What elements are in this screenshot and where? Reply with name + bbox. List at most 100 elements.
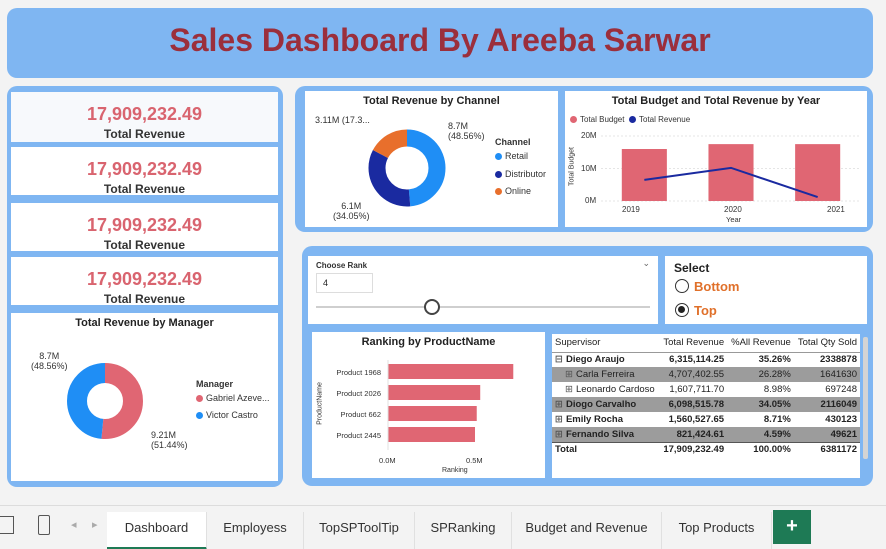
radio-label-top[interactable]: Top xyxy=(694,303,717,318)
slicer-label: Choose Rank xyxy=(316,261,368,270)
column-header[interactable]: %All Revenue xyxy=(727,334,794,353)
revenue-cell: 6,098,515.78 xyxy=(659,397,728,412)
ranking-chart-card[interactable]: Ranking by ProductName Product 1968 Prod… xyxy=(312,332,545,478)
tab-topsptooltip[interactable]: TopSPToolTip xyxy=(304,512,415,549)
column-header[interactable]: Total Revenue xyxy=(659,334,728,353)
supervisor-matrix[interactable]: Supervisor Total Revenue %All Revenue To… xyxy=(552,334,868,478)
supervisor-name: Diogo Carvalho xyxy=(565,399,637,410)
table-row[interactable]: ⊞ Diogo Carvalho 6,098,515.78 34.05% 2116049 xyxy=(552,397,860,412)
column-header[interactable]: Total Qty Sold xyxy=(793,334,860,353)
table-row[interactable]: ⊟ Diego Araujo 6,315,114.25 35.26% 2338878 xyxy=(552,352,860,367)
tab-top-products[interactable]: Top Products xyxy=(662,512,772,549)
expand-icon[interactable]: ⊞ xyxy=(555,414,563,425)
channel-chart-card[interactable]: Total Revenue by Channel 3.11M (17.3... … xyxy=(305,91,558,227)
tab-employess[interactable]: Employess xyxy=(207,512,304,549)
percent-cell: 8.98% xyxy=(763,384,791,395)
x-tick-label: 2021 xyxy=(827,205,845,214)
ranking-bar[interactable] xyxy=(388,364,514,379)
matrix-header-row: Supervisor Total Revenue %All Revenue To… xyxy=(552,334,860,353)
radio-bottom[interactable] xyxy=(675,279,689,293)
kpi-card[interactable]: 17,909,232.49 Total Revenue xyxy=(11,257,278,306)
slider-track[interactable] xyxy=(316,306,650,308)
legend-item[interactable]: Distributor xyxy=(495,169,546,179)
kpi-value: 17,909,232.49 xyxy=(86,104,203,124)
dashboard-title: Sales Dashboard By Areeba Sarwar xyxy=(169,22,711,58)
legend-item[interactable]: Gabriel Azeve... xyxy=(196,393,270,403)
scroll-left-icon[interactable]: ◂ xyxy=(71,518,77,531)
percent-cell: 34.05% xyxy=(727,397,794,412)
legend-item[interactable]: Online xyxy=(495,186,531,196)
title-banner: Sales Dashboard By Areeba Sarwar xyxy=(7,8,873,78)
chevron-down-icon[interactable]: ⌄ xyxy=(642,258,650,269)
table-row[interactable]: ⊞ Fernando Silva 821,424.61 4.59% 49621 xyxy=(552,427,860,442)
supervisor-name: Emily Rocha xyxy=(565,414,623,425)
slider-handle[interactable] xyxy=(424,299,440,315)
collapse-icon[interactable]: ⊟ xyxy=(555,354,563,365)
supervisor-name: Fernando Silva xyxy=(565,428,635,440)
kpi-value: 17,909,232.49 xyxy=(86,269,203,289)
kpi-card[interactable]: 17,909,232.49 Total Revenue xyxy=(11,92,278,142)
qty-cell: 6381172 xyxy=(793,441,860,457)
scroll-right-icon[interactable]: ▸ xyxy=(92,518,98,531)
legend-dot xyxy=(196,412,203,420)
radio-selected-dot xyxy=(678,306,685,313)
radio-top[interactable] xyxy=(675,303,689,317)
expand-icon[interactable]: ⊞ xyxy=(565,384,573,395)
tab-dashboard[interactable]: Dashboard xyxy=(107,512,207,549)
qty-cell: 697248 xyxy=(825,384,857,395)
budget-chart-card[interactable]: Total Budget and Total Revenue by Year T… xyxy=(565,91,867,227)
mobile-view-icon[interactable] xyxy=(38,515,50,535)
slice-label-pct: (34.05%) xyxy=(333,211,370,221)
manager-chart-card[interactable]: Total Revenue by Manager 8.7M (48.56%) 9… xyxy=(11,313,278,481)
budget-bar[interactable] xyxy=(621,149,667,201)
y-axis-label: Total Budget xyxy=(568,147,576,186)
add-page-button[interactable]: + xyxy=(773,510,811,544)
supervisor-name: Total xyxy=(555,444,577,456)
select-slicer[interactable]: Select Bottom Top xyxy=(665,256,867,324)
tab-spranking[interactable]: SPRanking xyxy=(415,512,512,549)
x-tick-label: 0.5M xyxy=(466,456,483,465)
revenue-cell: 4,707,402.55 xyxy=(659,367,728,382)
ranking-bar[interactable] xyxy=(388,406,477,421)
x-axis-label: Year xyxy=(726,215,742,224)
desktop-view-icon[interactable] xyxy=(0,516,14,534)
y-tick-label: 0M xyxy=(585,196,597,205)
slice-label-pct: (48.56%) xyxy=(31,361,68,371)
revenue-cell: 6,315,114.25 xyxy=(669,354,725,366)
supervisor-cell: ⊞ Emily Rocha xyxy=(552,412,659,427)
ranking-bar[interactable] xyxy=(388,385,481,400)
radio-label-bottom[interactable]: Bottom xyxy=(694,279,740,294)
qty-cell: 1641630 xyxy=(793,367,860,382)
supervisor-name: Leonardo Cardoso xyxy=(575,384,655,395)
kpi-card[interactable]: 17,909,232.49 Total Revenue xyxy=(11,203,278,252)
supervisor-name: Diego Araujo xyxy=(565,354,625,366)
legend-dot xyxy=(495,153,502,161)
expand-icon[interactable]: ⊞ xyxy=(555,399,563,410)
kpi-card[interactable]: 17,909,232.49 Total Revenue xyxy=(11,147,278,196)
ranking-bar[interactable] xyxy=(388,427,475,442)
qty-cell: 2338878 xyxy=(820,354,857,366)
column-header[interactable]: Supervisor xyxy=(552,334,660,353)
kpi-label: Total Revenue xyxy=(103,182,186,196)
slice-label-pct: (48.56%) xyxy=(448,131,485,141)
rank-input[interactable]: 4 xyxy=(316,273,373,293)
percent-cell: 26.28% xyxy=(727,367,794,382)
scrollbar[interactable] xyxy=(863,337,868,459)
expand-icon[interactable]: ⊞ xyxy=(555,429,563,440)
matrix-total-row[interactable]: Total 17,909,232.49 100.00% 6381172 xyxy=(552,441,860,457)
table-row[interactable]: ⊞ Emily Rocha 1,560,527.65 8.71% 430123 xyxy=(552,412,860,427)
table-row[interactable]: ⊞ Leonardo Cardoso 1,607,711.70 8.98% 697248 xyxy=(552,382,860,397)
x-axis-label: Ranking xyxy=(442,467,468,474)
legend-title: Manager xyxy=(196,379,234,389)
revenue-cell: 17,909,232.49 xyxy=(659,441,728,457)
x-tick-label: 2020 xyxy=(724,205,742,214)
legend-item[interactable]: Victor Castro xyxy=(196,410,258,420)
legend-item[interactable]: Retail xyxy=(495,151,528,161)
expand-icon[interactable]: ⊞ xyxy=(565,369,573,380)
slice-label-value: 8.7M xyxy=(448,121,469,131)
tab-budget-and-revenue[interactable]: Budget and Revenue xyxy=(512,512,662,549)
rank-slicer[interactable]: Choose Rank ⌄ 4 xyxy=(308,256,658,324)
y-axis-label: ProductName xyxy=(316,382,324,425)
table-row[interactable]: ⊞ Carla Ferreira 4,707,402.55 26.28% 1641630 xyxy=(552,367,860,382)
legend-dot xyxy=(196,395,203,403)
